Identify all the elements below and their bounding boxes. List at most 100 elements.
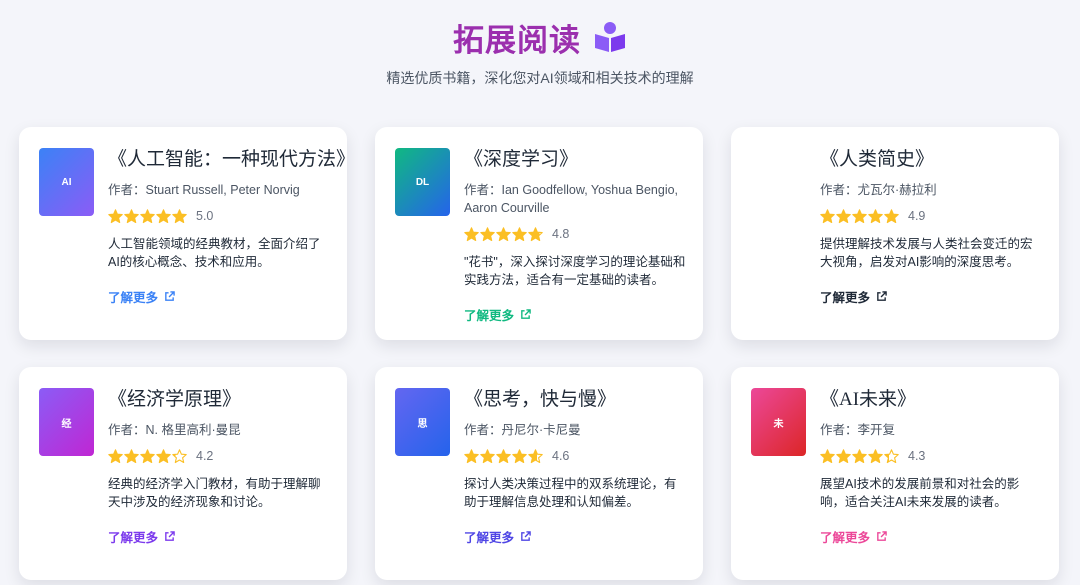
rating-stars	[464, 226, 543, 242]
book-rating: 5.0	[108, 207, 331, 225]
external-link-icon	[877, 291, 887, 301]
star-icon	[496, 226, 511, 241]
book-content: 《人类简史》 作者：尤瓦尔·赫拉利 4.9 提供理解技术发展与人类社会变迁的宏大…	[820, 147, 1043, 306]
star-icon	[820, 208, 835, 223]
book-author: 作者：N. 格里高利·曼昆	[108, 423, 241, 437]
book-reader-icon	[595, 22, 625, 52]
book-card: DL 《深度学习》 作者：Ian Goodfellow, Yoshua Beng…	[375, 127, 703, 340]
book-description: 经典的经济学入门教材，有助于理解聊天中涉及的经济现象和讨论。	[108, 477, 321, 509]
learn-more-link[interactable]: 了解更多	[108, 527, 331, 546]
book-content: 《人工智能：一种现代方法》 作者：Stuart Russell, Peter N…	[108, 147, 356, 306]
learn-more-link[interactable]: 了解更多	[464, 305, 687, 324]
learn-more-link[interactable]: 了解更多	[820, 527, 1043, 546]
book-description: 探讨人类决策过程中的双系统理论，有助于理解信息处理和认知偏差。	[464, 477, 677, 509]
star-icon	[868, 448, 883, 463]
book-cover: 未	[751, 388, 806, 456]
rating-stars	[820, 208, 899, 224]
star-icon	[464, 226, 479, 241]
star-icon	[836, 208, 851, 223]
rating-stars	[108, 208, 187, 224]
book-author: 作者：丹尼尔·卡尼曼	[464, 423, 581, 437]
learn-more-label: 了解更多	[820, 531, 871, 545]
book-author: 作者：Ian Goodfellow, Yoshua Bengio, Aaron …	[464, 183, 679, 215]
book-card: 思 《思考，快与慢》 作者：丹尼尔·卡尼曼 4.6 探讨人类决策过程中的双系统理…	[375, 367, 703, 580]
learn-more-link[interactable]: 了解更多	[820, 287, 1043, 306]
book-rating: 4.3	[820, 447, 1043, 465]
rating-stars	[108, 448, 187, 464]
learn-more-label: 了解更多	[820, 291, 871, 305]
rating-score: 5.0	[196, 209, 214, 223]
star-icon	[172, 208, 187, 223]
star-icon	[480, 226, 495, 241]
learn-more-label: 了解更多	[108, 531, 159, 545]
external-link-icon	[521, 309, 531, 319]
book-cover: AI	[39, 148, 94, 216]
book-card: 未 《AI未来》 作者：李开复 4.3 展望AI技术的发展前景和对社会的影响，适…	[731, 367, 1059, 580]
star-icon	[884, 208, 899, 223]
book-title: 《人工智能：一种现代方法》	[108, 149, 356, 170]
external-link-icon	[165, 291, 175, 301]
star-icon	[124, 208, 139, 223]
book-title: 《AI未来》	[820, 389, 917, 410]
section-title: 拓展阅读	[453, 22, 581, 58]
star-icon	[528, 226, 543, 241]
star-icon	[496, 448, 511, 463]
title-row: 拓展阅读	[0, 14, 1080, 60]
learn-more-label: 了解更多	[108, 291, 159, 305]
book-content: 《AI未来》 作者：李开复 4.3 展望AI技术的发展前景和对社会的影响，适合关…	[820, 387, 1043, 546]
book-description: 人工智能领域的经典教材，全面介绍了AI的核心概念、技术和应用。	[108, 237, 321, 269]
book-author: 作者：尤瓦尔·赫拉利	[820, 183, 937, 197]
book-content: 《思考，快与慢》 作者：丹尼尔·卡尼曼 4.6 探讨人类决策过程中的双系统理论，…	[464, 387, 687, 546]
book-description: 提供理解技术发展与人类社会变迁的宏大视角，启发对AI影响的深度思考。	[820, 237, 1033, 269]
star-icon	[464, 448, 479, 463]
star-icon	[820, 448, 835, 463]
star-icon	[480, 448, 495, 463]
book-content: 《经济学原理》 作者：N. 格里高利·曼昆 4.2 经典的经济学入门教材，有助于…	[108, 387, 331, 546]
star-icon	[108, 208, 123, 223]
book-card: AI 《人工智能：一种现代方法》 作者：Stuart Russell, Pete…	[19, 127, 356, 340]
rating-score: 4.8	[552, 227, 570, 241]
star-icon	[156, 208, 171, 223]
book-title: 《思考，快与慢》	[464, 389, 617, 410]
star-icon	[512, 226, 527, 241]
star-icon	[836, 448, 851, 463]
book-card: 《人类简史》 作者：尤瓦尔·赫拉利 4.9 提供理解技术发展与人类社会变迁的宏大…	[731, 127, 1059, 340]
book-rating: 4.2	[108, 447, 331, 465]
star-icon	[156, 448, 171, 463]
star-icon	[884, 448, 899, 463]
rating-score: 4.2	[196, 449, 214, 463]
book-title: 《深度学习》	[464, 149, 579, 170]
star-icon	[852, 448, 867, 463]
learn-more-label: 了解更多	[464, 309, 515, 323]
book-author: 作者：Stuart Russell, Peter Norvig	[108, 183, 300, 197]
rating-score: 4.6	[552, 449, 570, 463]
book-cover: 经	[39, 388, 94, 456]
section-header: 拓展阅读 精选优质书籍，深化您对AI领域和相关技术的理解	[0, 0, 1080, 88]
book-grid: AI 《人工智能：一种现代方法》 作者：Stuart Russell, Pete…	[19, 127, 1059, 580]
external-link-icon	[521, 531, 531, 541]
book-description: 展望AI技术的发展前景和对社会的影响，适合关注AI未来发展的读者。	[820, 477, 1020, 509]
book-description: "花书"，深入探讨深度学习的理论基础和实践方法，适合有一定基础的读者。	[464, 255, 686, 287]
external-link-icon	[165, 531, 175, 541]
star-icon	[108, 448, 123, 463]
book-card: 经 《经济学原理》 作者：N. 格里高利·曼昆 4.2 经典的经济学入门教材，有…	[19, 367, 347, 580]
star-icon	[140, 448, 155, 463]
star-icon	[868, 208, 883, 223]
book-cover: 思	[395, 388, 450, 456]
book-rating: 4.6	[464, 447, 687, 465]
star-icon	[172, 448, 187, 463]
rating-stars	[464, 448, 543, 464]
learn-more-link[interactable]: 了解更多	[108, 287, 331, 306]
book-cover: DL	[395, 148, 450, 216]
star-icon	[852, 208, 867, 223]
learn-more-label: 了解更多	[464, 531, 515, 545]
book-title: 《经济学原理》	[108, 389, 242, 410]
star-icon	[528, 448, 543, 463]
section-subtitle: 精选优质书籍，深化您对AI领域和相关技术的理解	[386, 70, 694, 86]
book-author: 作者：李开复	[820, 423, 896, 437]
star-icon	[140, 208, 155, 223]
book-rating: 4.9	[820, 207, 1043, 225]
book-title: 《人类简史》	[820, 149, 935, 170]
learn-more-link[interactable]: 了解更多	[464, 527, 687, 546]
rating-score: 4.9	[908, 209, 926, 223]
